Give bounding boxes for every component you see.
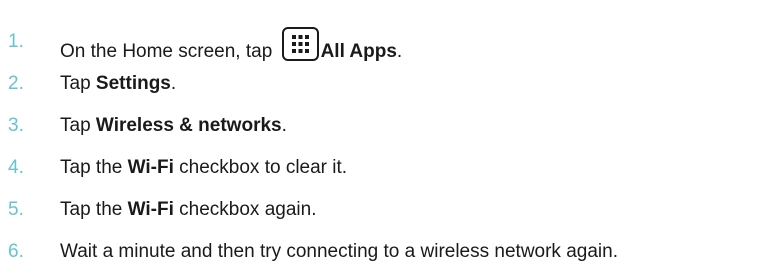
all-apps-label: All Apps bbox=[320, 41, 397, 62]
step-number: 6. bbox=[8, 241, 24, 262]
step-text: Tap the Wi-Fi checkbox to clear it. bbox=[60, 157, 348, 178]
step-number: 5. bbox=[8, 199, 24, 220]
wifi-label: Wi-Fi bbox=[127, 199, 174, 220]
wifi-label: Wi-Fi bbox=[127, 157, 174, 178]
step-text: Tap Wireless & networks. bbox=[60, 115, 287, 136]
all-apps-grid-icon bbox=[281, 27, 319, 61]
step-text: Tap the Wi-Fi checkbox again. bbox=[60, 199, 317, 220]
step-text: On the Home screen, tap All Apps. bbox=[60, 27, 402, 67]
step-text: Wait a minute and then try connecting to… bbox=[60, 241, 618, 262]
wireless-networks-label: Wireless & networks bbox=[95, 115, 282, 136]
step-text: Tap Settings. bbox=[60, 73, 177, 94]
step-number: 2. bbox=[8, 73, 24, 94]
step-number: 1. bbox=[8, 31, 24, 52]
step-number: 3. bbox=[8, 115, 24, 136]
settings-label: Settings bbox=[95, 73, 171, 94]
step-number: 4. bbox=[8, 157, 24, 178]
